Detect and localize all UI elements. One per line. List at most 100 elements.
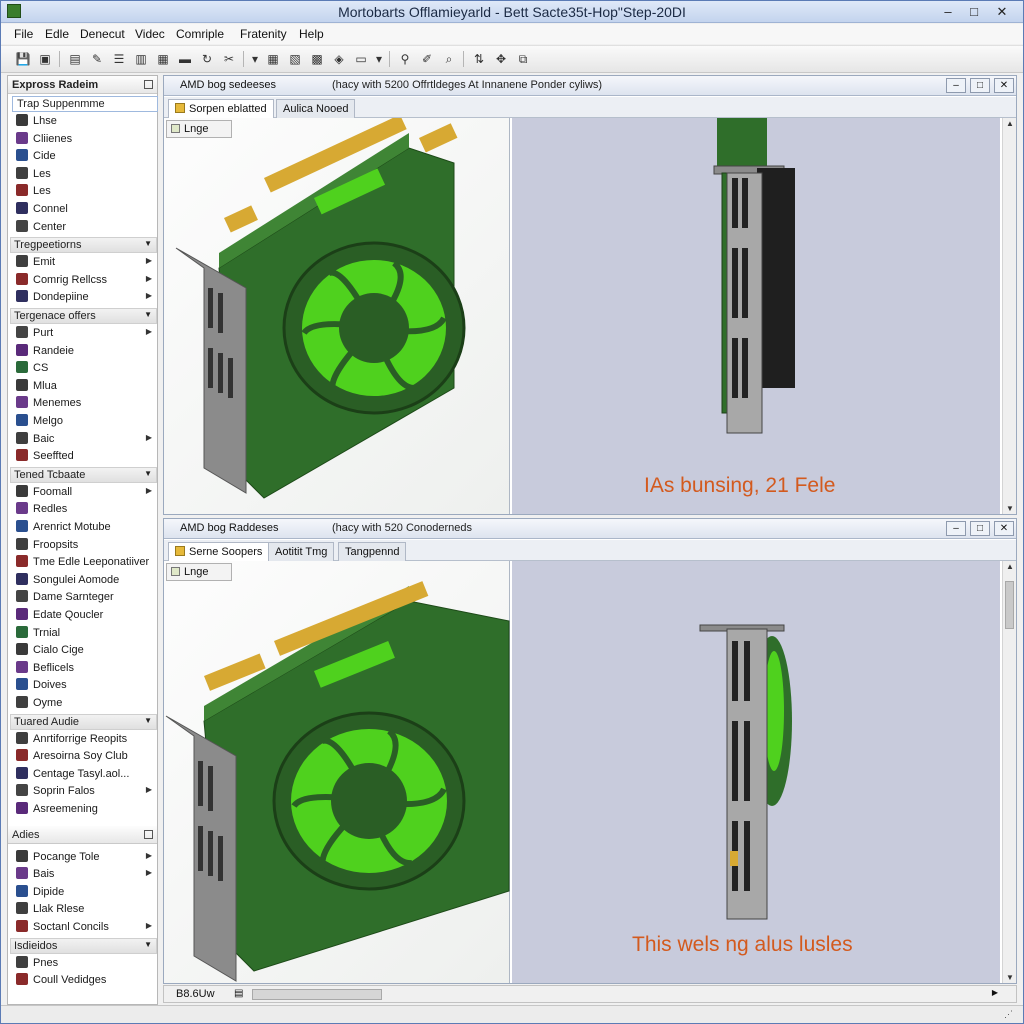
group-header[interactable]: Tregpeetiorns ▼: [10, 237, 157, 254]
horizontal-scrollbar[interactable]: [252, 989, 382, 1000]
maximize-button[interactable]: □: [961, 3, 987, 20]
pane-minimize-button[interactable]: –: [946, 521, 966, 536]
group-icon[interactable]: ▧: [285, 50, 305, 68]
sidebar-item[interactable]: Cialo Cige: [16, 643, 156, 660]
menu-fraternity[interactable]: Fratenity: [240, 27, 287, 41]
tab-1[interactable]: Serne Soopers: [168, 542, 270, 562]
sidebar-item[interactable]: Tme Edle Leeponatiiver: [16, 555, 156, 572]
resize-grip-icon[interactable]: ⋰: [1004, 1009, 1013, 1020]
sidebar-item[interactable]: Center: [16, 219, 156, 237]
sidebar-item[interactable]: Doives: [16, 678, 156, 695]
scroll-up-arrow[interactable]: ▲: [1003, 119, 1017, 128]
pen-icon[interactable]: ✎: [87, 50, 107, 68]
scroll-thumb[interactable]: [1005, 581, 1014, 629]
move-icon[interactable]: ✥: [491, 50, 511, 68]
sidebar-item[interactable]: Soctanl Concils ▶: [16, 920, 156, 937]
group-header[interactable]: Tergenace offers ▼: [10, 308, 157, 324]
pane-minimize-button[interactable]: –: [946, 78, 966, 93]
dropdown-icon[interactable]: ▾: [373, 50, 385, 68]
vertical-scrollbar[interactable]: ▲ ▼: [1002, 561, 1016, 983]
sidebar-item[interactable]: CS: [16, 361, 156, 378]
sidebar-item[interactable]: Lhse: [16, 114, 156, 131]
sidebar-item[interactable]: Menemes: [16, 396, 156, 413]
grid-icon[interactable]: ▦: [153, 50, 173, 68]
sidebar-item[interactable]: Pnes: [16, 955, 156, 973]
scroll-right-arrow[interactable]: ▶: [992, 988, 998, 997]
sidebar-item[interactable]: Pocange Tole ▶: [16, 849, 156, 867]
sidebar-item[interactable]: Les: [16, 184, 156, 201]
menu-help[interactable]: Help: [299, 27, 324, 41]
sidebar-item[interactable]: Bais ▶: [16, 867, 156, 884]
panel-toggle-icon[interactable]: [144, 829, 153, 839]
tab-2[interactable]: Aulica Nooed: [276, 99, 356, 118]
sidebar-item[interactable]: Emit ▶: [16, 255, 156, 272]
minimize-button[interactable]: –: [935, 3, 961, 20]
pattern-icon[interactable]: ▩: [307, 50, 327, 68]
sidebar-item[interactable]: Oyme: [16, 696, 156, 713]
sidebar-item[interactable]: Songulei Aomode: [16, 572, 156, 590]
sidebar-item[interactable]: Purt ▶: [16, 326, 156, 343]
tab-3[interactable]: Tangpennd: [338, 542, 407, 561]
dropdown-icon[interactable]: ▾: [249, 50, 261, 68]
sidebar-item[interactable]: Trnial: [16, 625, 156, 643]
sidebar-item[interactable]: Asreemening: [16, 802, 156, 819]
sidebar-item[interactable]: Edate Qoucler: [16, 608, 156, 625]
list-icon[interactable]: ☰: [109, 50, 129, 68]
sidebar-item[interactable]: Mlua: [16, 378, 156, 396]
vertical-scrollbar[interactable]: ▲ ▼: [1002, 118, 1016, 514]
sidebar-item[interactable]: Connel: [16, 202, 156, 219]
scroll-up-arrow[interactable]: ▲: [1003, 562, 1017, 571]
sidebar-item[interactable]: Arenrict Motube: [16, 520, 156, 537]
sidebar-item[interactable]: Coull Vedidges: [16, 973, 156, 990]
sidebar-item[interactable]: Baic ▶: [16, 431, 156, 449]
pane-restore-button[interactable]: □: [970, 521, 990, 536]
sidebar-item[interactable]: Randeie: [16, 343, 156, 361]
sort-icon[interactable]: ⇅: [469, 50, 489, 68]
bar-icon[interactable]: ▬: [175, 50, 195, 68]
pane-restore-button[interactable]: □: [970, 78, 990, 93]
sidebar-item[interactable]: Llak Rlese: [16, 902, 156, 919]
table-icon[interactable]: ▦: [263, 50, 283, 68]
sidebar-item[interactable]: Cide: [16, 149, 156, 166]
side-view-panel[interactable]: IAs bunsing, 21 Fele: [512, 118, 1000, 514]
tab-1[interactable]: Sorpen eblatted: [168, 99, 274, 119]
sidebar-item[interactable]: Soprin Falos ▶: [16, 784, 156, 801]
sidebar-item[interactable]: Froopsits: [16, 537, 156, 555]
group-header[interactable]: Tened Tcbaate ▼: [10, 466, 157, 483]
sidebar-item[interactable]: Seeffted: [16, 449, 156, 466]
sidebar-item[interactable]: Centage Tasyl.aol...: [16, 766, 156, 784]
menu-file[interactable]: File: [14, 27, 33, 41]
pencil-icon[interactable]: ✐: [417, 50, 437, 68]
3d-view-panel[interactable]: Lnge: [164, 118, 510, 514]
group-header[interactable]: Isdieidos ▼: [10, 937, 157, 954]
monitor-icon[interactable]: ▭: [351, 50, 371, 68]
pane-close-button[interactable]: ✕: [994, 78, 1014, 93]
folder-icon[interactable]: ▣: [35, 50, 55, 68]
menu-video[interactable]: Videc: [135, 27, 165, 41]
sidebar-item[interactable]: Dondepiine ▶: [16, 290, 156, 307]
search-icon[interactable]: ⚲: [395, 50, 415, 68]
sidebar-item[interactable]: Redles: [16, 502, 156, 519]
menu-edit[interactable]: Edle: [45, 27, 69, 41]
connect-icon[interactable]: ⧉: [513, 50, 533, 68]
3d-view-panel[interactable]: Lnge: [164, 561, 510, 983]
sidebar-item[interactable]: Melgo: [16, 414, 156, 431]
panel-toggle-icon[interactable]: [144, 80, 153, 89]
save-icon[interactable]: 💾: [13, 50, 33, 68]
open-icon[interactable]: ▤: [65, 50, 85, 68]
menu-document[interactable]: Denecut: [80, 27, 125, 41]
close-button[interactable]: ✕: [989, 3, 1015, 20]
scroll-down-arrow[interactable]: ▼: [1003, 973, 1017, 982]
side-view-panel[interactable]: This wels ng alus lusles: [512, 561, 1000, 983]
layout-icon[interactable]: ▥: [131, 50, 151, 68]
find-icon[interactable]: ⌕: [439, 50, 459, 68]
scroll-down-arrow[interactable]: ▼: [1003, 504, 1017, 513]
sidebar-item[interactable]: Foomall ▶: [16, 484, 156, 502]
refresh-icon[interactable]: ↻: [197, 50, 217, 68]
sidebar-item[interactable]: Comrig Rellcss ▶: [16, 272, 156, 290]
sidebar-item[interactable]: Dame Sarnteger: [16, 590, 156, 607]
pane-close-button[interactable]: ✕: [994, 521, 1014, 536]
sidebar-item[interactable]: Les: [16, 166, 156, 184]
sidebar-item[interactable]: Beflicels: [16, 660, 156, 678]
sidebar-item[interactable]: Aresoirna Soy Club: [16, 749, 156, 766]
